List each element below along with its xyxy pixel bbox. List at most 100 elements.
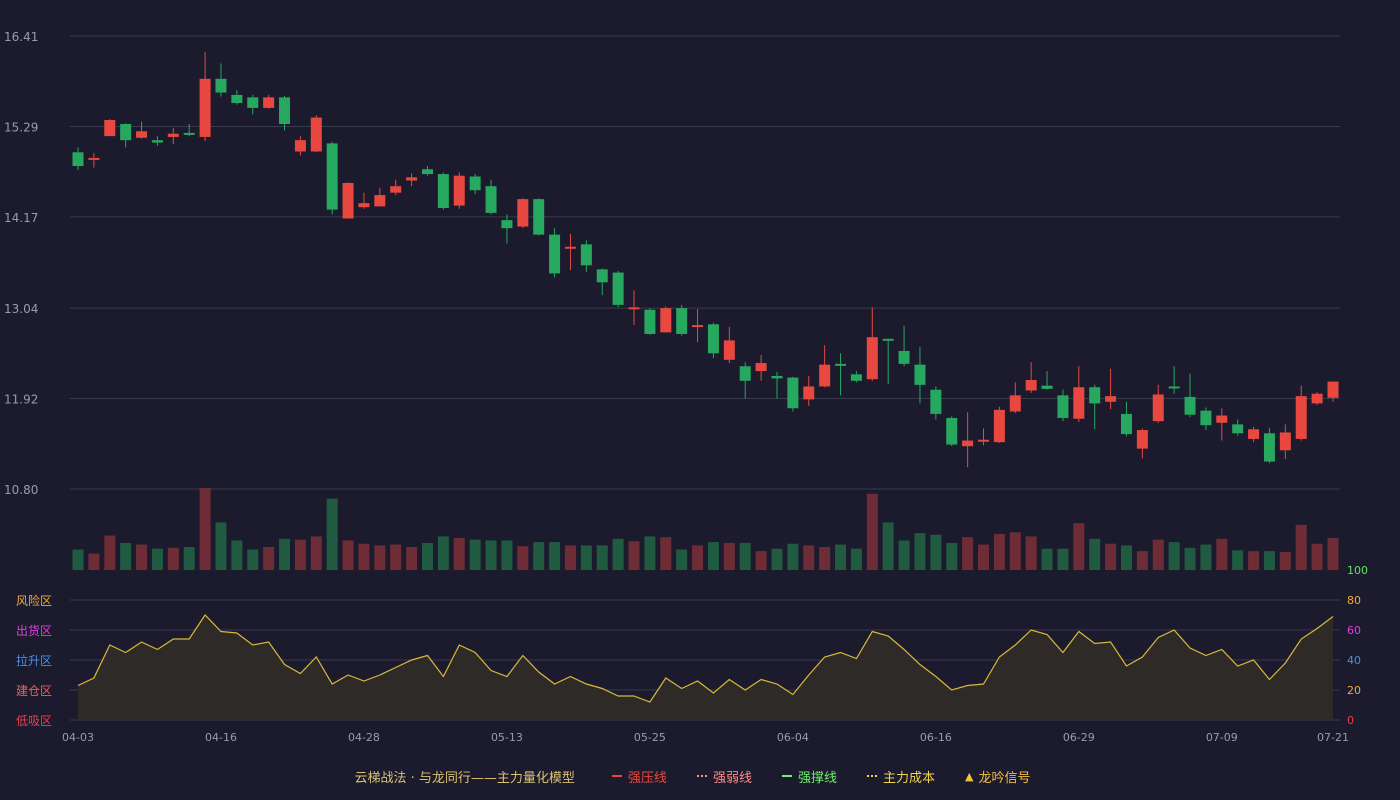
legend-item-dragon-signal[interactable]: ▲ 龙吟信号 bbox=[965, 767, 1030, 786]
candle-body bbox=[517, 199, 529, 227]
candle-body bbox=[1009, 395, 1021, 412]
candle-body bbox=[707, 324, 719, 354]
price-tick-label: 10.80 bbox=[4, 483, 38, 497]
candlesticks bbox=[72, 52, 1339, 468]
volume-bar bbox=[835, 544, 847, 570]
volume-bar bbox=[946, 542, 958, 570]
volume-bar bbox=[1232, 550, 1244, 570]
candle-body bbox=[406, 177, 418, 181]
volume-bar bbox=[1152, 539, 1164, 570]
legend-swatch bbox=[866, 775, 877, 777]
volume-bar bbox=[628, 541, 640, 570]
legend-swatch bbox=[696, 775, 707, 777]
volume-bar bbox=[469, 539, 481, 570]
candle-body bbox=[1057, 395, 1069, 418]
candle-body bbox=[453, 175, 465, 206]
candle-body bbox=[612, 272, 624, 305]
osc-tick-label: 20 bbox=[1347, 684, 1361, 697]
price-tick-label: 13.04 bbox=[4, 302, 38, 316]
candle-body bbox=[263, 97, 275, 108]
legend-item-strong-resistance[interactable]: 强压线 bbox=[611, 767, 667, 786]
volume-bar bbox=[1216, 538, 1228, 570]
volume-bar bbox=[279, 538, 291, 570]
candle-body bbox=[374, 195, 386, 207]
candle-body bbox=[326, 143, 338, 210]
date-tick-label: 06-29 bbox=[1063, 731, 1095, 744]
volume-bar bbox=[930, 534, 942, 570]
date-tick-label: 05-13 bbox=[491, 731, 523, 744]
legend: 云梯战法 · 与龙同行——主力量化模型 强压线 强弱线 强撑线 主力成本 ▲ 龙… bbox=[0, 763, 1400, 789]
volume-bar bbox=[612, 538, 624, 570]
candle-body bbox=[199, 78, 211, 137]
volume-bar bbox=[326, 498, 338, 570]
candle-body bbox=[1025, 379, 1037, 391]
volume-bar bbox=[263, 547, 275, 570]
candle-body bbox=[549, 234, 561, 274]
candle-body bbox=[882, 338, 894, 341]
volume-bar bbox=[453, 538, 465, 570]
osc-tick-label: 100 bbox=[1347, 564, 1368, 577]
volume-bar bbox=[755, 551, 767, 570]
volume-bar bbox=[1105, 543, 1117, 570]
candle-body bbox=[151, 140, 163, 143]
zone-label: 出货区 bbox=[16, 623, 52, 638]
candle-body bbox=[104, 119, 116, 137]
volume-bar bbox=[231, 540, 243, 570]
candle-body bbox=[771, 375, 783, 379]
volume-bar bbox=[692, 545, 704, 570]
candle-body bbox=[136, 131, 148, 138]
legend-item-strong-support[interactable]: 强撑线 bbox=[781, 767, 837, 786]
candle-body bbox=[1168, 386, 1180, 389]
date-tick-label: 04-28 bbox=[348, 731, 380, 744]
volume-bar bbox=[183, 547, 195, 570]
volume-bar bbox=[390, 544, 402, 570]
volume-bar bbox=[1200, 544, 1212, 570]
legend-item-strength-line[interactable]: 强弱线 bbox=[696, 767, 752, 786]
candle-body bbox=[866, 337, 878, 380]
legend-item-main-cost[interactable]: 主力成本 bbox=[866, 767, 935, 786]
date-tick-label: 06-16 bbox=[920, 731, 952, 744]
volume-bar bbox=[1263, 551, 1275, 570]
legend-title: 云梯战法 · 与龙同行——主力量化模型 bbox=[354, 770, 575, 786]
volume-bar bbox=[978, 544, 990, 570]
volume-bar bbox=[88, 553, 100, 570]
candle-body bbox=[819, 364, 831, 387]
volume-bar bbox=[437, 536, 449, 570]
volume-bar bbox=[819, 547, 831, 570]
volume-bars bbox=[72, 488, 1339, 570]
osc-tick-label: 60 bbox=[1347, 624, 1361, 637]
date-tick-label: 07-21 bbox=[1317, 731, 1349, 744]
volume-bar bbox=[104, 535, 116, 570]
volume-bar bbox=[787, 543, 799, 570]
volume-bar bbox=[1184, 547, 1196, 570]
volume-bar bbox=[1279, 551, 1291, 570]
volume-bar bbox=[533, 542, 545, 570]
osc-tick-label: 80 bbox=[1347, 594, 1361, 607]
volume-bar bbox=[660, 537, 672, 570]
candle-body bbox=[787, 377, 799, 409]
volume-bar bbox=[866, 493, 878, 570]
candle-body bbox=[533, 199, 545, 235]
candle-body bbox=[898, 350, 910, 364]
volume-bar bbox=[501, 540, 513, 570]
candle-body bbox=[88, 157, 100, 160]
volume-bar bbox=[215, 522, 227, 570]
volume-bar bbox=[723, 542, 735, 570]
volume-bar bbox=[1057, 548, 1069, 570]
candle-body bbox=[469, 176, 481, 191]
candle-body bbox=[1136, 430, 1148, 449]
volume-bar bbox=[898, 540, 910, 570]
price-tick-label: 11.92 bbox=[4, 393, 38, 407]
legend-swatch bbox=[781, 775, 792, 777]
candle-body bbox=[1152, 394, 1164, 422]
volume-bar bbox=[1248, 551, 1260, 570]
volume-bar bbox=[247, 549, 259, 570]
volume-bar bbox=[580, 545, 592, 570]
volume-bar bbox=[882, 522, 894, 570]
candle-body bbox=[1105, 396, 1117, 402]
candle-body bbox=[993, 409, 1005, 443]
volume-bar bbox=[850, 548, 862, 570]
zone-label: 建仓区 bbox=[16, 684, 52, 698]
candle-body bbox=[596, 269, 608, 283]
candle-body bbox=[580, 244, 592, 266]
